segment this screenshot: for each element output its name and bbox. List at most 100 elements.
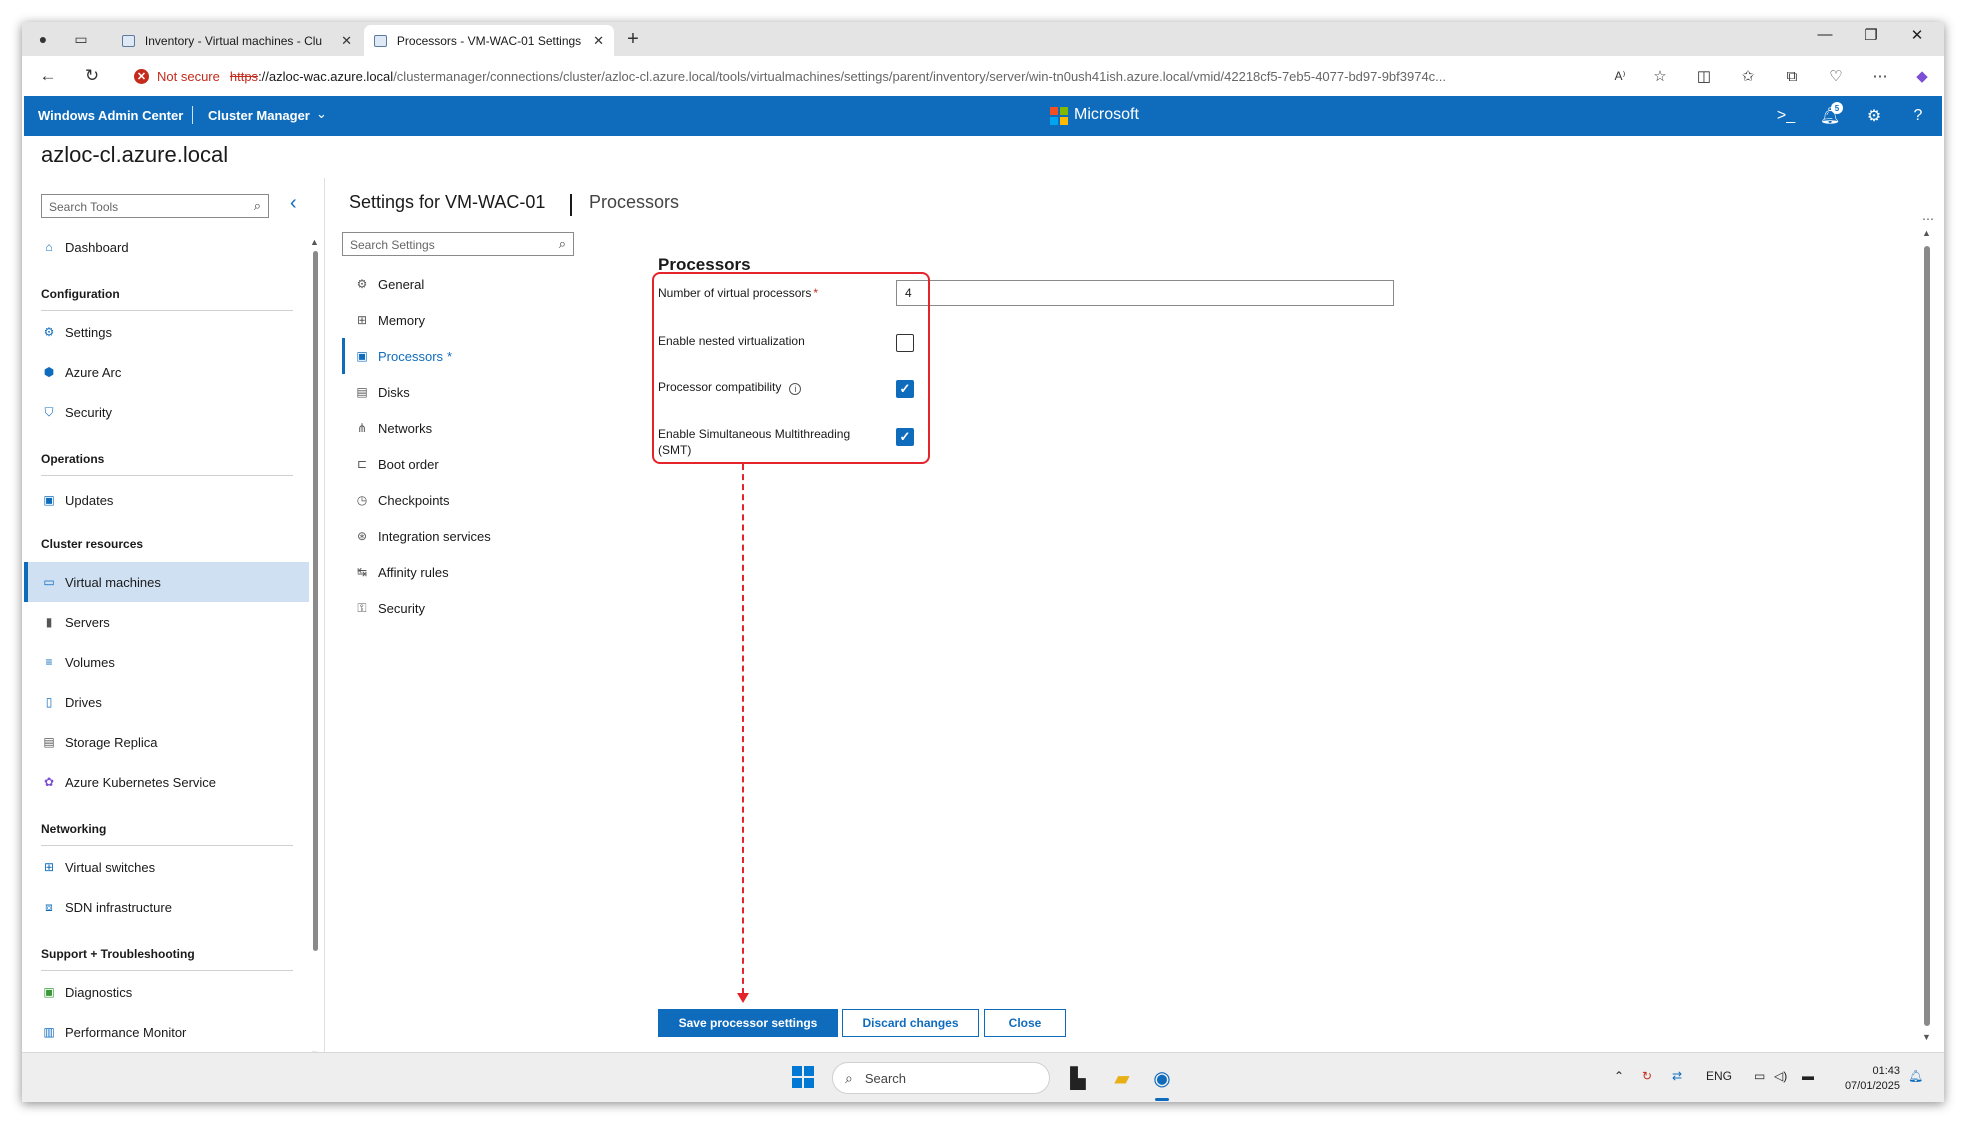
settings-title: Settings for VM-WAC-01 [349,192,546,212]
search-settings-input[interactable]: Search Settings ⌕ [342,232,574,256]
collections-icon[interactable]: ⧉ [1780,64,1804,88]
settings-item-integration-services[interactable]: ⊛ Integration services [342,518,592,554]
settings-item-networks[interactable]: ⋔ Networks [342,410,592,446]
new-tab-icon[interactable]: + [622,28,644,50]
scroll-down-icon[interactable]: ▼ [1922,1032,1931,1042]
nav-item-storage-replica[interactable]: ▤ Storage Replica [24,722,309,762]
search-icon[interactable]: ⌕ [254,198,261,214]
battery-icon[interactable]: ▬ [1802,1069,1814,1083]
read-aloud-icon[interactable]: A⁾ [1608,64,1632,88]
tab-processors[interactable]: Processors - VM-WAC-01 Settings ✕ [364,25,614,56]
scrollbar-thumb[interactable] [313,251,318,951]
nav-item-dashboard[interactable]: ⌂ Dashboard [24,227,309,267]
copilot-icon[interactable]: ◆ [1910,64,1934,88]
annotation-arrow-line [742,464,744,994]
nav-item-aks[interactable]: ✿ Azure Kubernetes Service [24,762,309,802]
language-indicator[interactable]: ENG [1706,1069,1732,1083]
task-view-icon[interactable]: ▙ [1062,1062,1094,1094]
more-options-icon[interactable]: ⋯ [1922,212,1934,226]
save-processor-settings-button[interactable]: Save processor settings [658,1009,838,1037]
scroll-up-icon[interactable]: ▲ [310,237,319,247]
minimize-icon[interactable]: — [1802,26,1848,43]
security-status[interactable]: Not secure [157,69,220,84]
app-name[interactable]: Windows Admin Center [38,108,183,123]
settings-item-general[interactable]: ⚙ General [342,266,592,302]
nav-item-drives[interactable]: ▯ Drives [24,682,309,722]
notifications-icon[interactable]: 🔔︎ 5 [1818,102,1843,128]
favorites-icon[interactable]: ✩ [1736,64,1760,88]
nav-item-security[interactable]: ⛉ Security [24,392,309,432]
content-scrollbar[interactable]: ▲ ▼ [1922,228,1932,1052]
nav-item-sdn-infrastructure[interactable]: ⧈ SDN infrastructure [24,887,309,927]
left-nav-scrollbar[interactable]: ▲ ▼ [310,237,319,1059]
windows-start-icon[interactable] [792,1066,814,1088]
volume-icon[interactable]: ◁) [1774,1069,1787,1083]
divider [41,310,293,311]
collapse-nav-icon[interactable]: ‹ [290,192,297,215]
more-menu-icon[interactable]: ⋯ [1868,64,1892,88]
close-tab-icon[interactable]: ✕ [341,33,352,49]
powershell-icon[interactable]: >_ [1774,104,1798,128]
close-tab-icon[interactable]: ✕ [593,33,604,49]
tool-switcher[interactable]: Cluster Manager [208,108,310,123]
scroll-up-icon[interactable]: ▲ [1922,228,1931,238]
close-button[interactable]: Close [984,1009,1066,1037]
divider [570,194,572,216]
display-icon[interactable]: ▭ [1754,1069,1765,1083]
settings-item-label: Affinity rules [378,564,449,580]
chevron-down-icon[interactable]: ⌄ [316,106,327,122]
disk-icon: ▤ [356,385,368,399]
chevron-up-icon[interactable]: ⌃ [1614,1069,1624,1083]
nav-item-azure-arc[interactable]: ⬢ Azure Arc [24,352,309,392]
url-path: /clustermanager/connections/cluster/azlo… [393,68,1447,84]
settings-item-memory[interactable]: ⊞ Memory [342,302,592,338]
network-tray-icon[interactable]: ⇄ [1672,1069,1682,1083]
search-tools-input[interactable]: Search Tools ⌕ [41,194,269,218]
gear-icon[interactable]: ⚙ [1862,104,1886,128]
nav-item-virtual-machines[interactable]: ▭ Virtual machines [24,562,309,602]
nav-item-performance-monitor[interactable]: ▥ Performance Monitor [24,1012,309,1052]
settings-item-processors[interactable]: ▣ Processors * [342,338,592,374]
back-icon[interactable]: ← [36,64,60,88]
sync-icon[interactable]: ↻ [1642,1069,1652,1083]
settings-item-label: Integration services [378,528,491,544]
settings-item-checkpoints[interactable]: ◷ Checkpoints [342,482,592,518]
taskbar-search[interactable]: ⌕ Search [832,1062,1050,1094]
nav-item-updates[interactable]: ▣ Updates [24,480,309,520]
notification-bell-icon[interactable]: 🔔︎ [1908,1069,1923,1083]
browser-essentials-icon[interactable]: ♡ [1824,64,1848,88]
nav-item-virtual-switches[interactable]: ⊞ Virtual switches [24,847,309,887]
nav-item-settings[interactable]: ⚙ Settings [24,312,309,352]
search-icon[interactable]: ⌕ [559,236,566,252]
clock-date: 07/01/2025 [1844,1080,1900,1092]
edge-icon[interactable]: ◉ [1146,1062,1178,1094]
favorite-star-icon[interactable]: ☆ [1648,64,1672,88]
file-explorer-icon[interactable]: ▰ [1106,1062,1138,1094]
split-screen-icon[interactable]: ◫ [1692,64,1716,88]
settings-item-disks[interactable]: ▤ Disks [342,374,592,410]
url-scheme: https [229,68,259,84]
nav-item-volumes[interactable]: ≡ Volumes [24,642,309,682]
restore-icon[interactable]: ❐ [1848,26,1894,44]
settings-item-label: Disks [378,384,410,400]
num-virtual-processors-input[interactable]: 4 [896,280,1394,306]
settings-item-label: Checkpoints [378,492,450,508]
help-icon[interactable]: ? [1906,104,1930,128]
settings-item-affinity-rules[interactable]: ↹ Affinity rules [342,554,592,590]
tab-actions-icon[interactable]: ▭ [70,28,92,50]
nav-item-diagnostics[interactable]: ▣ Diagnostics [24,972,309,1012]
nav-item-servers[interactable]: ▮ Servers [24,602,309,642]
profile-icon[interactable]: ● [32,28,54,50]
browser-tab-strip: ● ▭ Inventory - Virtual machines - Clu ✕… [22,22,1944,56]
settings-item-boot-order[interactable]: ⊏ Boot order [342,446,592,482]
discard-changes-button[interactable]: Discard changes [842,1009,979,1037]
url-field[interactable]: ✕ Not secure https ://azloc-wac.azure.lo… [122,61,1637,91]
nav-item-label: Drives [65,694,102,710]
clock[interactable]: 01:43 07/01/2025 [1834,1064,1900,1094]
tab-inventory[interactable]: Inventory - Virtual machines - Clu ✕ [112,25,362,56]
close-window-icon[interactable]: ✕ [1894,26,1940,44]
refresh-icon[interactable]: ↻ [80,64,104,88]
settings-item-security[interactable]: ⚿ Security [342,590,592,626]
network-icon: ⋔ [356,421,368,435]
scrollbar-thumb[interactable] [1924,246,1930,1026]
